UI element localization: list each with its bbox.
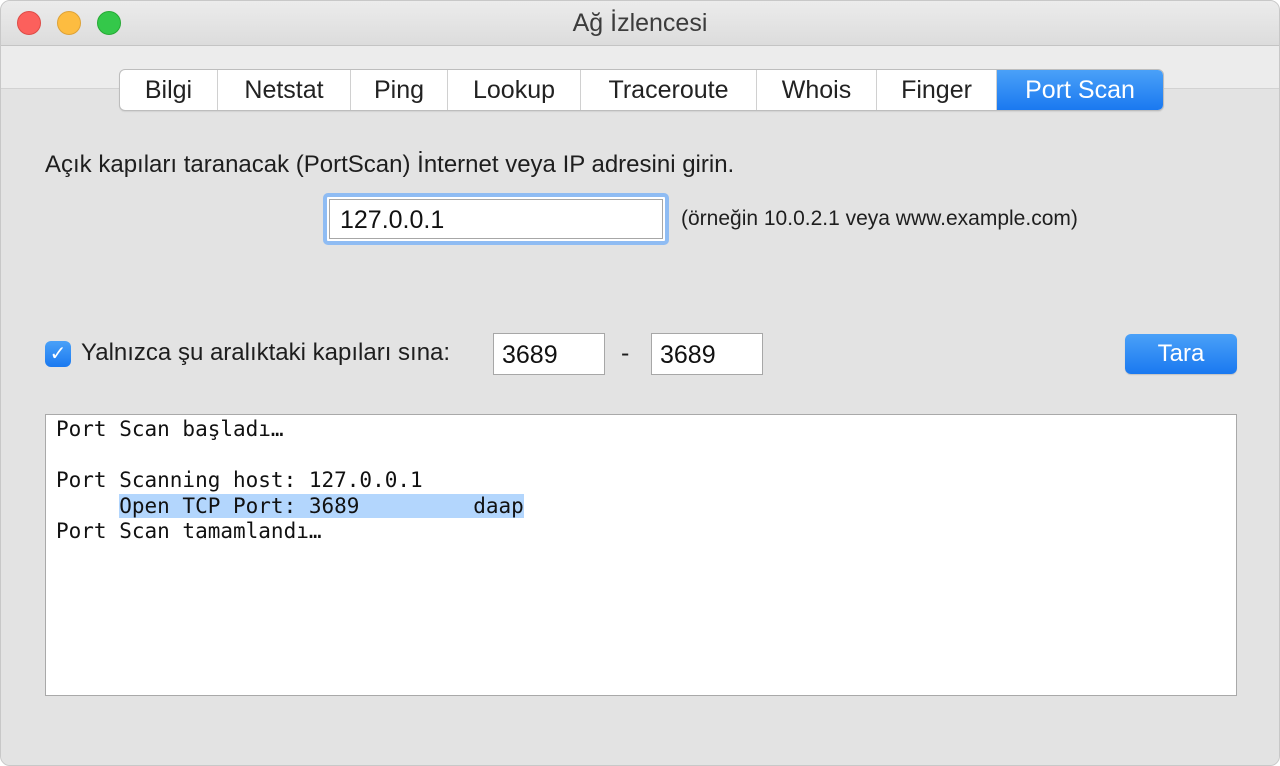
tab-ping[interactable]: Ping: [351, 70, 448, 110]
instruction-label: Açık kapıları taranacak (PortScan) İnter…: [45, 151, 735, 178]
host-input-value[interactable]: 127.0.0.1: [329, 199, 663, 239]
range-checkbox[interactable]: ✓: [45, 341, 71, 367]
tab-lookup[interactable]: Lookup: [448, 70, 581, 110]
port-to-field[interactable]: 3689: [651, 333, 763, 375]
title-bar: Ağ İzlencesi: [1, 1, 1279, 46]
output-line: Port Scan başladı…: [56, 417, 284, 441]
scan-button[interactable]: Tara: [1125, 334, 1237, 374]
tab-whois[interactable]: Whois: [757, 70, 877, 110]
output-line: Port Scan tamamlandı…: [56, 519, 322, 543]
checkmark-icon: ✓: [49, 343, 67, 365]
tab-netstat[interactable]: Netstat: [218, 70, 351, 110]
tab-port-scan[interactable]: Port Scan: [997, 70, 1163, 110]
network-utility-window: Ağ İzlencesi Bilgi Netstat Ping Lookup T…: [0, 0, 1280, 766]
host-input[interactable]: 127.0.0.1: [323, 193, 669, 245]
window-title: Ağ İzlencesi: [572, 9, 708, 37]
range-label: Yalnızca şu aralıktaki kapıları sına:: [81, 339, 451, 366]
output-line: Port Scanning host: 127.0.0.1: [56, 468, 423, 492]
tab-finger[interactable]: Finger: [877, 70, 997, 110]
host-hint: (örneğin 10.0.2.1 veya www.example.com): [681, 207, 1078, 230]
tab-bilgi[interactable]: Bilgi: [120, 70, 218, 110]
port-from-field[interactable]: 3689: [493, 333, 605, 375]
output-line-open-port: Open TCP Port: 3689 daap: [119, 493, 524, 518]
tab-traceroute[interactable]: Traceroute: [581, 70, 757, 110]
scan-output[interactable]: Port Scan başladı… Port Scanning host: 1…: [45, 414, 1237, 696]
range-separator: -: [621, 339, 630, 367]
tab-bar: Bilgi Netstat Ping Lookup Traceroute Who…: [119, 69, 1164, 111]
